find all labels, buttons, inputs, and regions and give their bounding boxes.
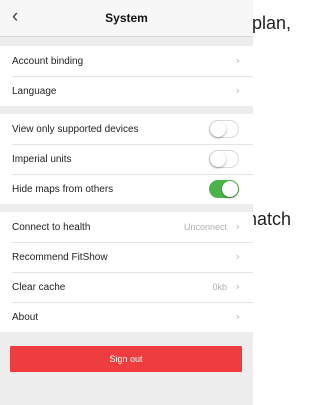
connect-to-health-value: Unconnect [183, 222, 227, 232]
chevron-right-icon: › [235, 54, 240, 67]
settings-group: View only supported devices Imperial unit… [0, 114, 253, 204]
settings-list: Account binding › Language › View only suppo… [0, 37, 253, 332]
settings-screen: ‹ System Account binding › Language › View o… [0, 0, 253, 405]
view-only-supported-devices-toggle[interactable] [209, 120, 239, 138]
hide-maps-from-others-label: Hide maps from others [12, 184, 114, 195]
connect-to-health-label: Connect to health [12, 222, 91, 233]
clear-cache-value: 0kb [212, 282, 227, 292]
account-binding-label: Account binding [12, 56, 84, 67]
chevron-right-icon: › [235, 220, 240, 233]
chevron-right-icon: › [235, 250, 240, 263]
row-hide-maps-from-others[interactable]: Hide maps from others [0, 174, 253, 204]
toggle-knob [210, 121, 226, 137]
toggle-knob [222, 181, 238, 197]
section-gap [0, 106, 253, 114]
section-gap [0, 204, 253, 212]
chevron-right-icon: › [235, 280, 240, 293]
row-account-binding[interactable]: Account binding › [0, 46, 253, 76]
section-gap [0, 37, 253, 46]
row-connect-to-health[interactable]: Connect to health Unconnect › [0, 212, 253, 242]
row-view-only-supported-devices[interactable]: View only supported devices [0, 114, 253, 144]
row-language[interactable]: Language › [0, 76, 253, 106]
imperial-units-toggle[interactable] [209, 150, 239, 168]
imperial-units-label: Imperial units [12, 154, 72, 165]
language-label: Language [12, 86, 57, 97]
view-only-supported-devices-label: View only supported devices [12, 124, 139, 135]
row-recommend-fitshow[interactable]: Recommend FitShow › [0, 242, 253, 272]
sign-out-button[interactable]: Sign out [10, 346, 242, 372]
toggle-knob [210, 151, 226, 167]
nav-bar: ‹ System [0, 0, 253, 37]
row-imperial-units[interactable]: Imperial units [0, 144, 253, 174]
settings-group: Connect to health Unconnect › Recommend Fit… [0, 212, 253, 332]
settings-group: Account binding › Language › [0, 46, 253, 106]
chevron-right-icon: › [235, 84, 240, 97]
about-label: About [12, 312, 39, 323]
chevron-right-icon: › [235, 310, 240, 323]
background-text-plan: plan, [252, 13, 292, 33]
page-title: System [105, 11, 148, 25]
hide-maps-from-others-toggle[interactable] [209, 180, 239, 198]
recommend-fitshow-label: Recommend FitShow [12, 252, 108, 263]
clear-cache-label: Clear cache [12, 282, 66, 293]
row-about[interactable]: About › [0, 302, 253, 332]
row-clear-cache[interactable]: Clear cache 0kb › [0, 272, 253, 302]
